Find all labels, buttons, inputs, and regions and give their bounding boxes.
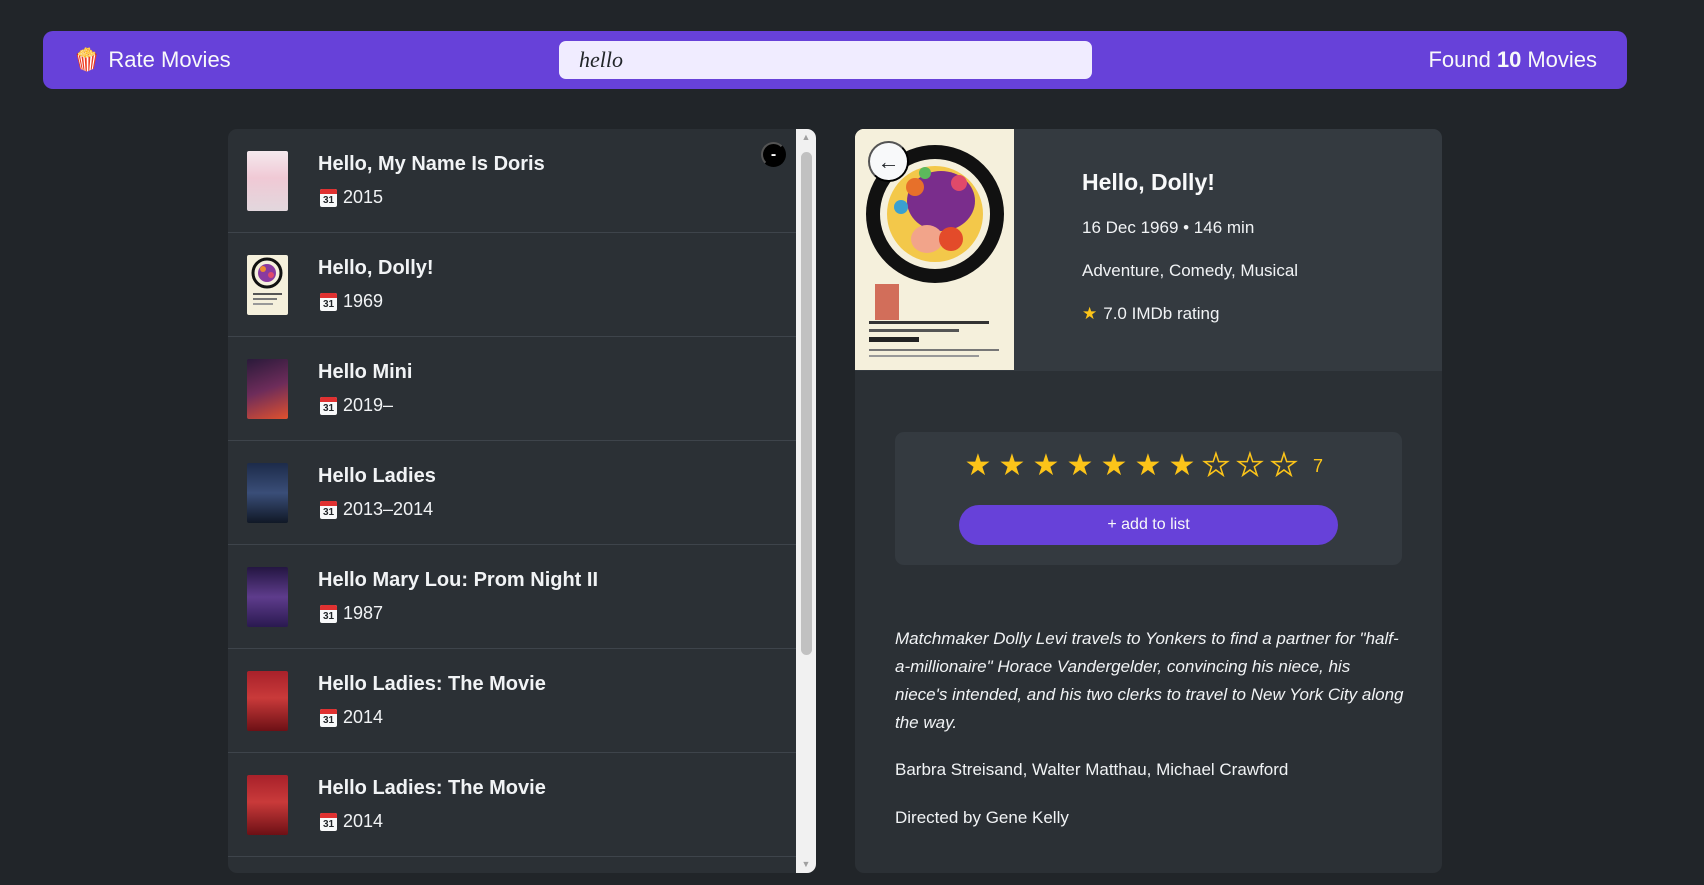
movie-year: 2014	[343, 707, 384, 727]
movie-title: Hello, My Name Is Doris	[318, 153, 545, 175]
calendar-icon-text: 31	[322, 818, 335, 830]
scrollbar-thumb[interactable]	[801, 152, 812, 655]
star-filled-icon[interactable]: ★	[995, 449, 1029, 483]
details-header: ← Hello, Dolly! 16 Dec 1969 • 146 min Ad…	[855, 129, 1442, 371]
release-runtime: 16 Dec 1969 • 146 min	[1082, 218, 1255, 237]
movie-poster	[247, 670, 288, 731]
add-to-list-button[interactable]: + add to list	[959, 505, 1338, 545]
collapse-list-button[interactable]: -	[761, 142, 786, 167]
movie-title: Hello Ladies	[318, 465, 436, 487]
movie-poster	[247, 358, 288, 419]
movie-year: 2019–	[343, 395, 394, 415]
calendar-icon-text: 31	[322, 402, 335, 414]
star-filled-icon[interactable]: ★	[961, 449, 995, 483]
calendar-icon-text: 31	[322, 506, 335, 518]
scroll-up-arrow-icon[interactable]: ▲	[796, 129, 816, 146]
movie-plot: Matchmaker Dolly Levi travels to Yonkers…	[895, 629, 1404, 732]
movie-poster	[247, 462, 288, 523]
details-overview: Hello, Dolly! 16 Dec 1969 • 146 min Adve…	[1082, 169, 1298, 347]
star-icon: ★	[1082, 304, 1098, 323]
movie-actors: Barbra Streisand, Walter Matthau, Michae…	[895, 760, 1289, 779]
movie-title: Hello Mini	[318, 361, 413, 383]
star-filled-icon[interactable]: ★	[1131, 449, 1165, 483]
movie-year: 2015	[343, 187, 384, 207]
scroll-down-arrow-icon[interactable]: ▼	[796, 856, 816, 873]
logo: 🍿 Rate Movies	[73, 31, 231, 89]
movie-year-row: 31 2019–	[320, 395, 393, 416]
movie-title: Hello Ladies: The Movie	[318, 673, 546, 695]
movie-year-row: 31 2015	[320, 187, 383, 208]
movie-year-row: 31 1987	[320, 603, 383, 624]
calendar-icon: 31	[320, 500, 337, 519]
movie-year-row: 31 2013–2014	[320, 499, 433, 520]
movie-year: 1969	[343, 291, 384, 311]
star-empty-icon[interactable]: ★	[1267, 448, 1301, 483]
list-item[interactable]: Hello, My Name Is Doris 31 2015	[228, 129, 796, 233]
movie-title: Hello, Dolly!	[318, 257, 434, 279]
results-prefix: Found	[1428, 47, 1491, 72]
results-number: 10	[1496, 47, 1522, 72]
movie-year-row: 31 1969	[320, 291, 383, 312]
logo-text: Rate Movies	[108, 47, 231, 72]
search-input[interactable]	[559, 41, 1092, 79]
movie-list: Hello, My Name Is Doris 31 2015 Hello, D…	[228, 129, 796, 857]
list-item[interactable]: Hello Ladies 31 2013–2014	[228, 441, 796, 545]
calendar-icon-text: 31	[322, 610, 335, 622]
rating-box: ★ ★ ★ ★ ★ ★ ★ ★ ★ ★ 7 + add to list	[895, 432, 1402, 565]
calendar-icon-text: 31	[322, 714, 335, 726]
movie-year: 2013–2014	[343, 499, 434, 519]
star-filled-icon[interactable]: ★	[1029, 449, 1063, 483]
movie-list-box: - Hello, My Name Is Doris 31 2015 Hello,…	[228, 129, 816, 873]
list-item[interactable]: Hello Ladies: The Movie 31 2014	[228, 649, 796, 753]
list-scrollbar[interactable]: ▲ ▼	[796, 129, 816, 873]
movie-title: Hello Ladies: The Movie	[318, 777, 546, 799]
calendar-icon: 31	[320, 396, 337, 415]
movie-year: 1987	[343, 603, 384, 623]
list-item[interactable]: Hello Mary Lou: Prom Night II 31 1987	[228, 545, 796, 649]
list-item[interactable]: Hello Ladies: The Movie 31 2014	[228, 753, 796, 857]
calendar-icon: 31	[320, 292, 337, 311]
list-item[interactable]: Hello Mini 31 2019–	[228, 337, 796, 441]
movie-poster	[247, 774, 288, 835]
star-empty-icon[interactable]: ★	[1233, 448, 1267, 483]
rating-value: 7	[1313, 455, 1324, 476]
calendar-icon: 31	[320, 708, 337, 727]
star-empty-icon[interactable]: ★	[1199, 448, 1233, 483]
calendar-icon-text: 31	[322, 298, 335, 310]
calendar-icon: 31	[320, 188, 337, 207]
movie-poster	[247, 150, 288, 211]
movie-poster	[247, 566, 288, 627]
movie-genre: Adventure, Comedy, Musical	[1082, 261, 1299, 280]
star-rating[interactable]: ★ ★ ★ ★ ★ ★ ★ ★ ★ ★ 7	[961, 448, 1324, 483]
movie-title: Hello Mary Lou: Prom Night II	[318, 569, 599, 591]
imdb-rating: 7.0 IMDb rating	[1103, 304, 1220, 323]
movie-poster	[247, 254, 288, 315]
star-filled-icon[interactable]: ★	[1097, 449, 1131, 483]
movie-details-box: ← Hello, Dolly! 16 Dec 1969 • 146 min Ad…	[855, 129, 1442, 873]
calendar-icon-text: 31	[322, 194, 335, 206]
navbar: 🍿 Rate Movies Found 10 Movies	[43, 31, 1627, 89]
movie-year-row: 31 2014	[320, 707, 383, 728]
movie-director: Directed by Gene Kelly	[895, 808, 1069, 827]
back-button[interactable]: ←	[868, 141, 909, 182]
calendar-icon: 31	[320, 812, 337, 831]
popcorn-icon: 🍿	[73, 47, 101, 72]
movie-year-row: 31 2014	[320, 811, 383, 832]
list-item[interactable]: Hello, Dolly! 31 1969	[228, 233, 796, 337]
results-count: Found 10 Movies	[1428, 31, 1597, 89]
results-suffix: Movies	[1527, 47, 1597, 72]
movie-detail-title: Hello, Dolly!	[1082, 169, 1215, 195]
star-filled-icon[interactable]: ★	[1165, 449, 1199, 483]
movie-year: 2014	[343, 811, 384, 831]
calendar-icon: 31	[320, 604, 337, 623]
star-filled-icon[interactable]: ★	[1063, 449, 1097, 483]
imdb-rating-row: ★ 7.0 IMDb rating	[1082, 304, 1298, 324]
